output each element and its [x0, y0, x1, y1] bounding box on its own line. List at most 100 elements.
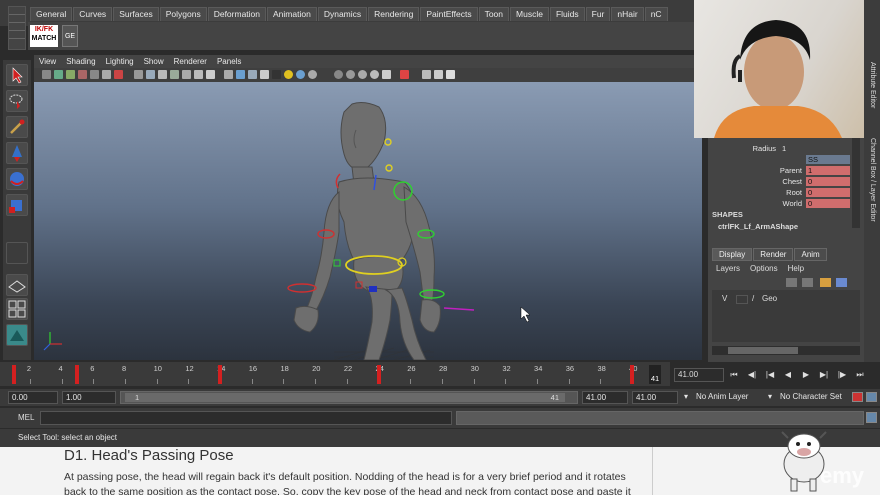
wireframe-on-shaded-icon[interactable]: [248, 70, 257, 79]
shelf-tab-general[interactable]: General: [30, 7, 73, 21]
ge-button[interactable]: GE: [62, 25, 78, 47]
high-quality-icon[interactable]: [296, 70, 305, 79]
ambient-occlusion-icon[interactable]: [308, 70, 317, 79]
shelf-tab-animation[interactable]: Animation: [267, 7, 317, 21]
shelf-tab-painteffects[interactable]: PaintEffects: [420, 7, 478, 21]
layer-menu-help[interactable]: Help: [788, 264, 804, 273]
viewport-menu-show[interactable]: Show: [144, 55, 164, 68]
current-frame-indicator[interactable]: 41: [649, 365, 661, 384]
viewport-menu-lighting[interactable]: Lighting: [106, 55, 134, 68]
viewport-menu-view[interactable]: View: [39, 55, 56, 68]
step-forward-frame-icon[interactable]: |▶: [836, 369, 848, 381]
layer-name[interactable]: Geo: [762, 294, 777, 303]
channel-box-layer-editor-tab[interactable]: Channel Box / Layer Editor: [869, 138, 876, 222]
script-editor-icon[interactable]: [866, 412, 877, 423]
animation-start-field[interactable]: 0.00: [8, 391, 58, 404]
shelf-tab-muscle[interactable]: Muscle: [510, 7, 549, 21]
grease-pencil-icon[interactable]: [102, 70, 111, 79]
anim-layer-dropdown-arrow-icon[interactable]: ▾: [684, 392, 688, 401]
playback-end-field[interactable]: 41.00: [582, 391, 628, 404]
channel-row[interactable]: World 0: [708, 199, 858, 209]
character-set-dropdown-arrow-icon[interactable]: ▾: [768, 392, 772, 401]
channel-row[interactable]: Chest 0: [708, 177, 858, 187]
single-view-layout-icon[interactable]: [6, 274, 28, 296]
channel-row[interactable]: SS: [708, 155, 858, 165]
channel-value[interactable]: 0: [806, 199, 850, 208]
shelf-tab-polygons[interactable]: Polygons: [159, 7, 207, 21]
time-slider[interactable]: 24681012141618202224262830323436384041: [0, 362, 670, 386]
mel-input[interactable]: [40, 411, 452, 425]
step-back-frame-icon[interactable]: ◀|: [746, 369, 758, 381]
select-tool-icon[interactable]: [6, 64, 28, 86]
layer-row-geo[interactable]: V / Geo: [712, 294, 860, 306]
channel-value[interactable]: 0: [806, 188, 850, 197]
hud-icon[interactable]: [206, 70, 215, 79]
gate-mask-icon[interactable]: [158, 70, 167, 79]
channel-row[interactable]: Root 0: [708, 188, 858, 198]
select-camera-icon[interactable]: [42, 70, 51, 79]
field-chart-icon[interactable]: [170, 70, 179, 79]
channel-row[interactable]: Parent 1: [708, 166, 858, 176]
new-layer-selected-icon[interactable]: [802, 278, 813, 287]
keyframe-marker[interactable]: [218, 365, 223, 384]
paint-select-tool-icon[interactable]: [6, 116, 28, 138]
character-set-dropdown[interactable]: No Character Set: [780, 392, 842, 401]
keyframe-marker[interactable]: [12, 365, 16, 384]
channel-value[interactable]: 1: [806, 166, 850, 175]
animation-end-field[interactable]: 41.00: [632, 391, 678, 404]
textured-icon[interactable]: [260, 70, 269, 79]
depth-of-field-icon[interactable]: [358, 70, 367, 79]
film-gate-icon[interactable]: [114, 70, 123, 79]
layer-menu-options[interactable]: Options: [750, 264, 778, 273]
lasso-tool-icon[interactable]: [6, 90, 28, 112]
camera-attributes-icon[interactable]: [54, 70, 63, 79]
color-management-icon[interactable]: [446, 70, 455, 79]
image-plane-icon[interactable]: [78, 70, 87, 79]
viewport-menu-renderer[interactable]: Renderer: [174, 55, 207, 68]
keyframe-marker[interactable]: [630, 365, 635, 384]
keyframe-marker[interactable]: [75, 365, 80, 384]
wireframe-icon[interactable]: [224, 70, 233, 79]
rotate-tool-icon[interactable]: [6, 168, 28, 190]
shelf-tab-nhair[interactable]: nHair: [611, 7, 644, 21]
resolution-gate-icon[interactable]: [146, 70, 155, 79]
layer-tab-anim[interactable]: Anim: [794, 248, 827, 261]
current-time-field[interactable]: 41.00: [674, 368, 724, 382]
animation-preferences-icon[interactable]: [866, 392, 877, 402]
play-forwards-icon[interactable]: ▶: [800, 369, 812, 381]
range-slider-handle[interactable]: 1 41: [125, 393, 565, 402]
shelf-tab-nc[interactable]: nC: [644, 7, 668, 21]
two-d-pan-icon[interactable]: [90, 70, 99, 79]
layer-visibility-toggle[interactable]: V: [722, 294, 727, 303]
move-up-icon[interactable]: [820, 278, 831, 287]
auto-key-icon[interactable]: [852, 392, 863, 402]
safe-action-icon[interactable]: [182, 70, 191, 79]
anti-alias-icon[interactable]: [346, 70, 355, 79]
attribute-editor-tab[interactable]: Attribute Editor: [869, 62, 876, 108]
shape-node-name[interactable]: ctrlFK_Lf_ArmAShape: [718, 222, 798, 231]
step-forward-key-icon[interactable]: ▶|: [818, 369, 830, 381]
shelf-tab-surfaces[interactable]: Surfaces: [113, 7, 159, 21]
last-tool-icon[interactable]: [6, 242, 28, 264]
outliner-layout-icon[interactable]: [6, 324, 28, 346]
playback-start-field[interactable]: 1.00: [62, 391, 116, 404]
shelf-tab-curves[interactable]: Curves: [73, 7, 113, 21]
shelf-tab-deformation[interactable]: Deformation: [207, 7, 267, 21]
shelf-tab-dynamics[interactable]: Dynamics: [317, 7, 368, 21]
layer-menu-layers[interactable]: Layers: [716, 264, 740, 273]
isolate-view-icon[interactable]: [422, 70, 431, 79]
layer-color-icon[interactable]: /: [752, 294, 754, 303]
viewport-menu-panels[interactable]: Panels: [217, 55, 241, 68]
grid-icon[interactable]: [134, 70, 143, 79]
channel-value[interactable]: SS: [806, 155, 850, 164]
move-down-icon[interactable]: [836, 278, 847, 287]
layer-tab-display[interactable]: Display: [712, 248, 753, 261]
channel-value[interactable]: 1: [780, 144, 824, 153]
range-slider[interactable]: 1 41: [120, 391, 578, 404]
channel-row[interactable]: Radius 1: [708, 144, 858, 154]
bookmark-icon[interactable]: [66, 70, 75, 79]
scale-tool-icon[interactable]: [6, 194, 28, 216]
shadows-icon[interactable]: [272, 70, 281, 79]
smooth-shade-icon[interactable]: [236, 70, 245, 79]
go-to-start-icon[interactable]: ⏮: [728, 369, 740, 381]
